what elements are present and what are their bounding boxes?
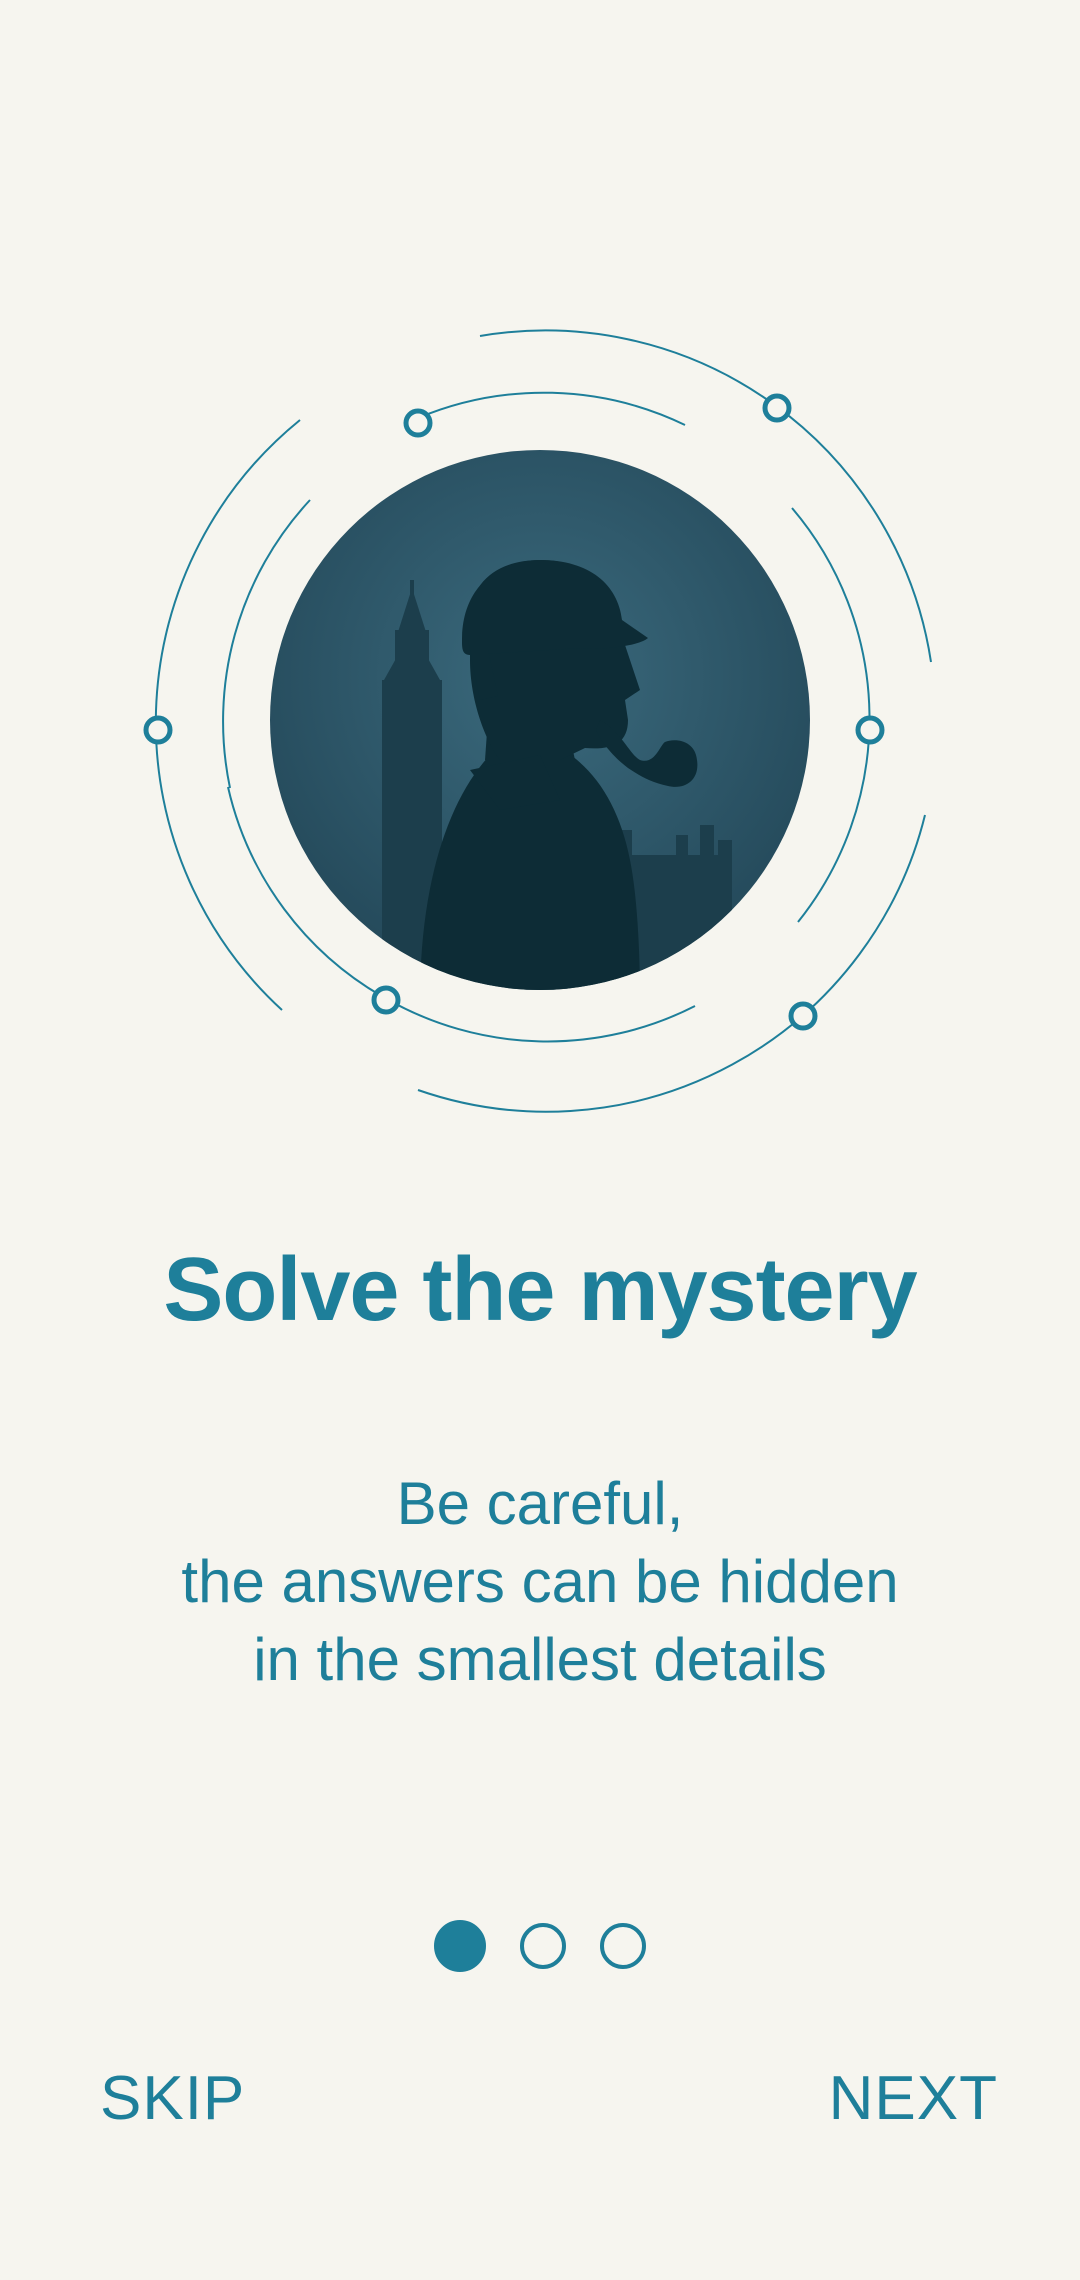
onboarding-subtitle: Be careful, the answers can be hidden in… <box>0 1465 1080 1699</box>
subtitle-line: Be careful, <box>396 1470 684 1537</box>
page-indicator <box>0 1920 1080 1972</box>
skip-button[interactable]: SKIP <box>100 2062 245 2136</box>
page-dot-3[interactable] <box>600 1923 646 1969</box>
next-button[interactable]: NEXT <box>829 2062 998 2136</box>
subtitle-line: in the smallest details <box>253 1626 827 1693</box>
page-dot-1-active[interactable] <box>434 1920 486 1972</box>
page-dot-2[interactable] <box>520 1923 566 1969</box>
onboarding-title: Solve the mystery <box>163 1240 917 1340</box>
detective-illustration <box>143 329 932 1113</box>
detective-avatar <box>270 450 810 990</box>
subtitle-line: the answers can be hidden <box>181 1548 899 1615</box>
